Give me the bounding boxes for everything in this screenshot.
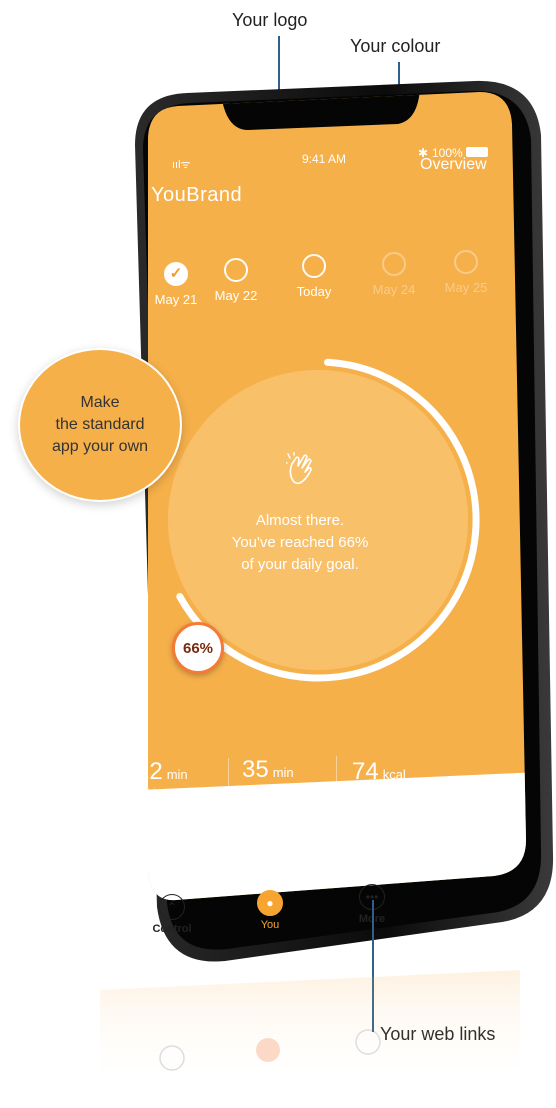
phone-reflection (100, 970, 520, 1090)
